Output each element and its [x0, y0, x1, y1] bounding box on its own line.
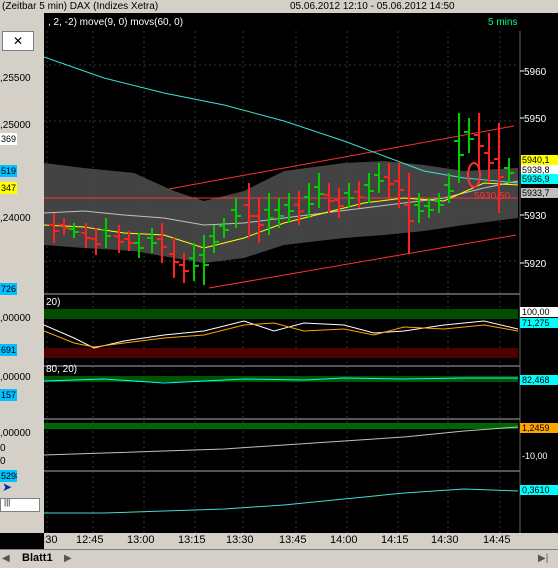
panel-separator	[44, 418, 558, 420]
time-axis-tick: 13:30	[226, 534, 254, 546]
pointer-icon[interactable]: ➤	[2, 480, 12, 494]
indicator-2-zone	[44, 376, 518, 382]
indicator-value: 100,00	[522, 307, 550, 317]
left-panel-value: 0	[0, 456, 6, 467]
left-panel-value: 347	[0, 182, 17, 194]
left-panel-value: 691	[0, 344, 17, 356]
time-axis-tick: 13:00	[127, 534, 155, 546]
date-range: 05.06.2012 12:10 - 05.06.2012 14:50	[290, 1, 455, 12]
sheet-tab-bar: ◀ Blatt1 ▶ ▶|	[0, 549, 558, 568]
chart-area[interactable]: 100,00 71,275 82,468 1,2459 -10,00 0,3610 596…	[43, 13, 558, 533]
panel-separator	[44, 365, 558, 367]
moving-average-long	[43, 56, 519, 184]
panel-separator	[44, 293, 558, 295]
left-panel-value: ,00000	[0, 428, 31, 439]
left-panel-value: 157	[0, 389, 17, 401]
time-axis-tick: 14:30	[431, 534, 459, 546]
price-y-tick: 5930	[524, 211, 547, 222]
next-sheet-icon[interactable]: ▶	[64, 553, 72, 564]
left-panel-value: ,25000	[0, 120, 31, 131]
left-panel-value: 726	[0, 283, 17, 295]
indicator-value: 0,3610	[522, 485, 550, 495]
price-label: 5936,9	[522, 174, 550, 184]
prev-sheet-icon[interactable]: ◀	[2, 553, 10, 564]
indicator-value: 71,275	[522, 318, 550, 328]
time-axis: 12:30 12:45 13:00 13:15 13:30 13:45 14:00 14:15…	[30, 533, 558, 549]
time-axis-tick: 13:45	[279, 534, 307, 546]
last-sheet-icon[interactable]: ▶|	[538, 553, 548, 564]
indicator-value: 82,468	[522, 375, 550, 385]
time-axis-tick: 12:45	[76, 534, 104, 546]
left-value-panel: ✕ ,25500 ,25000 369 519 347 ,24000 726 ,00000 69…	[0, 13, 44, 533]
panel-separator	[44, 470, 558, 472]
window-title: (Zeitbar 5 min) DAX (Indizes Xetra)	[2, 1, 159, 12]
oversold-zone	[44, 348, 518, 358]
indicator-1-caption: 20)	[46, 297, 60, 308]
indicator-value: -10,00	[522, 451, 548, 461]
scroll-box[interactable]: |||	[0, 498, 40, 512]
price-indicator-caption: , 2, -2) move(9, 0) movs(60, 0)	[48, 17, 183, 28]
price-label: 5940,1	[522, 155, 550, 165]
scroll-grip-icon: |||	[4, 498, 11, 507]
time-axis-tick: 14:15	[381, 534, 409, 546]
time-axis-tick: 14:45	[483, 534, 511, 546]
tab-blatt1[interactable]: Blatt1	[22, 550, 53, 566]
left-panel-value: ,24000	[0, 213, 31, 224]
left-panel-value: ,25500	[0, 73, 31, 84]
left-panel-value: ,00000	[0, 313, 31, 324]
time-axis-tick: 13:15	[178, 534, 206, 546]
overbought-zone	[44, 309, 518, 319]
close-button[interactable]: ✕	[2, 31, 34, 51]
time-axis-tick: 12:30	[30, 534, 58, 546]
left-panel-value: ,00000	[0, 372, 31, 383]
time-axis-tick: 14:00	[330, 534, 358, 546]
title-bar: (Zeitbar 5 min) DAX (Indizes Xetra) 05.0…	[0, 0, 558, 14]
indicator-2-caption: 80, 20)	[46, 364, 77, 375]
price-annotation: 5930,50	[474, 191, 511, 202]
chart-svg[interactable]: 100,0071,275 82,468 1,2459 -10,00 0,3610 596…	[43, 13, 558, 533]
indicator-3-bar	[44, 423, 518, 429]
price-y-tick: 5950	[524, 114, 547, 125]
indicator-3-line	[43, 426, 519, 456]
indicator-4-line	[44, 488, 519, 514]
price-y-tick: 5960	[524, 67, 547, 78]
price-y-tick: 5920	[524, 259, 547, 270]
bollinger-band	[44, 161, 518, 263]
left-panel-value: 0	[0, 443, 6, 454]
indicator-value: 1,2459	[522, 423, 550, 433]
left-panel-value: 369	[0, 133, 17, 145]
price-label: 5933,7	[522, 188, 550, 198]
interval-label: 5 mins	[488, 17, 517, 28]
left-panel-value: 519	[0, 165, 17, 177]
